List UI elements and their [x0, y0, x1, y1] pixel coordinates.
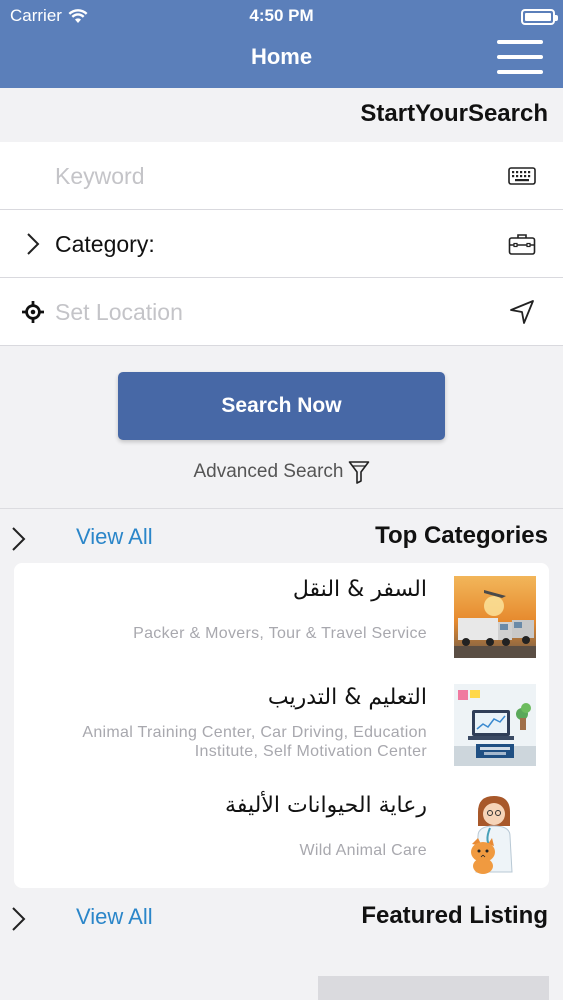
category-item-education[interactable]: التعليم & التدريب Animal Training Center…: [14, 671, 549, 776]
category-description: Wild Animal Care: [299, 842, 427, 859]
keyword-field[interactable]: Keyword: [0, 142, 563, 210]
category-label: Category:: [55, 231, 155, 257]
trucks-image: [454, 576, 536, 658]
featured-listing-card[interactable]: [318, 976, 549, 1000]
chevron-right-icon: [22, 232, 44, 256]
vet-cat-image: [454, 792, 536, 874]
category-list: السفر & النقل Packer & Movers, Tour & Tr…: [14, 563, 549, 888]
menu-line-icon: [497, 55, 543, 59]
location-input[interactable]: Set Location: [55, 299, 183, 326]
education-image: [454, 684, 536, 766]
category-name: التعليم & التدريب: [267, 685, 427, 710]
status-bar: Carrier 4:50 PM: [0, 4, 563, 26]
location-field[interactable]: Set Location: [0, 278, 563, 346]
search-form: Keyword Category: Set Location: [0, 142, 563, 346]
hamburger-menu-button[interactable]: [497, 40, 543, 74]
menu-line-icon: [497, 70, 543, 74]
category-name: السفر & النقل: [292, 577, 427, 602]
navigation-arrow-icon[interactable]: [507, 298, 537, 326]
status-time: 4:50 PM: [249, 6, 314, 25]
filter-icon: [348, 461, 369, 484]
top-categories-header: View All Top Categories: [0, 518, 563, 558]
search-now-button[interactable]: Search Now: [118, 372, 445, 440]
battery-icon: [521, 9, 558, 25]
briefcase-icon: [507, 230, 537, 258]
app-header: Carrier 4:50 PM Home: [0, 0, 563, 88]
search-section-title: StartYourSearch: [360, 100, 548, 127]
category-name: رعاية الحيوانات الأليفة: [225, 793, 427, 818]
featured-view-all-link[interactable]: View All: [76, 904, 153, 930]
top-categories-title: Top Categories: [375, 522, 548, 549]
category-item-travel[interactable]: السفر & النقل Packer & Movers, Tour & Tr…: [14, 563, 549, 668]
advanced-search-label: Advanced Search: [193, 461, 344, 482]
crosshair-icon[interactable]: [22, 300, 44, 324]
top-categories-view-all-link[interactable]: View All: [76, 524, 153, 550]
chevron-right-icon[interactable]: [10, 906, 26, 937]
keyword-input[interactable]: Keyword: [55, 163, 144, 190]
category-field[interactable]: Category:: [0, 210, 563, 278]
chevron-right-icon[interactable]: [10, 526, 26, 557]
featured-listing-title: Featured Listing: [361, 902, 548, 929]
category-item-pet-care[interactable]: رعاية الحيوانات الأليفة Wild Animal Care: [14, 779, 549, 884]
featured-listing-header: View All Featured Listing: [0, 898, 563, 938]
menu-line-icon: [497, 40, 543, 44]
advanced-search-link[interactable]: Advanced Search: [0, 460, 563, 484]
keyboard-icon[interactable]: [507, 162, 537, 190]
divider: [0, 508, 563, 509]
category-description: Packer & Movers, Tour & Travel Service: [133, 625, 427, 642]
page-title: Home: [250, 44, 313, 69]
category-description: Animal Training Center, Car Driving, Edu…: [82, 724, 427, 760]
